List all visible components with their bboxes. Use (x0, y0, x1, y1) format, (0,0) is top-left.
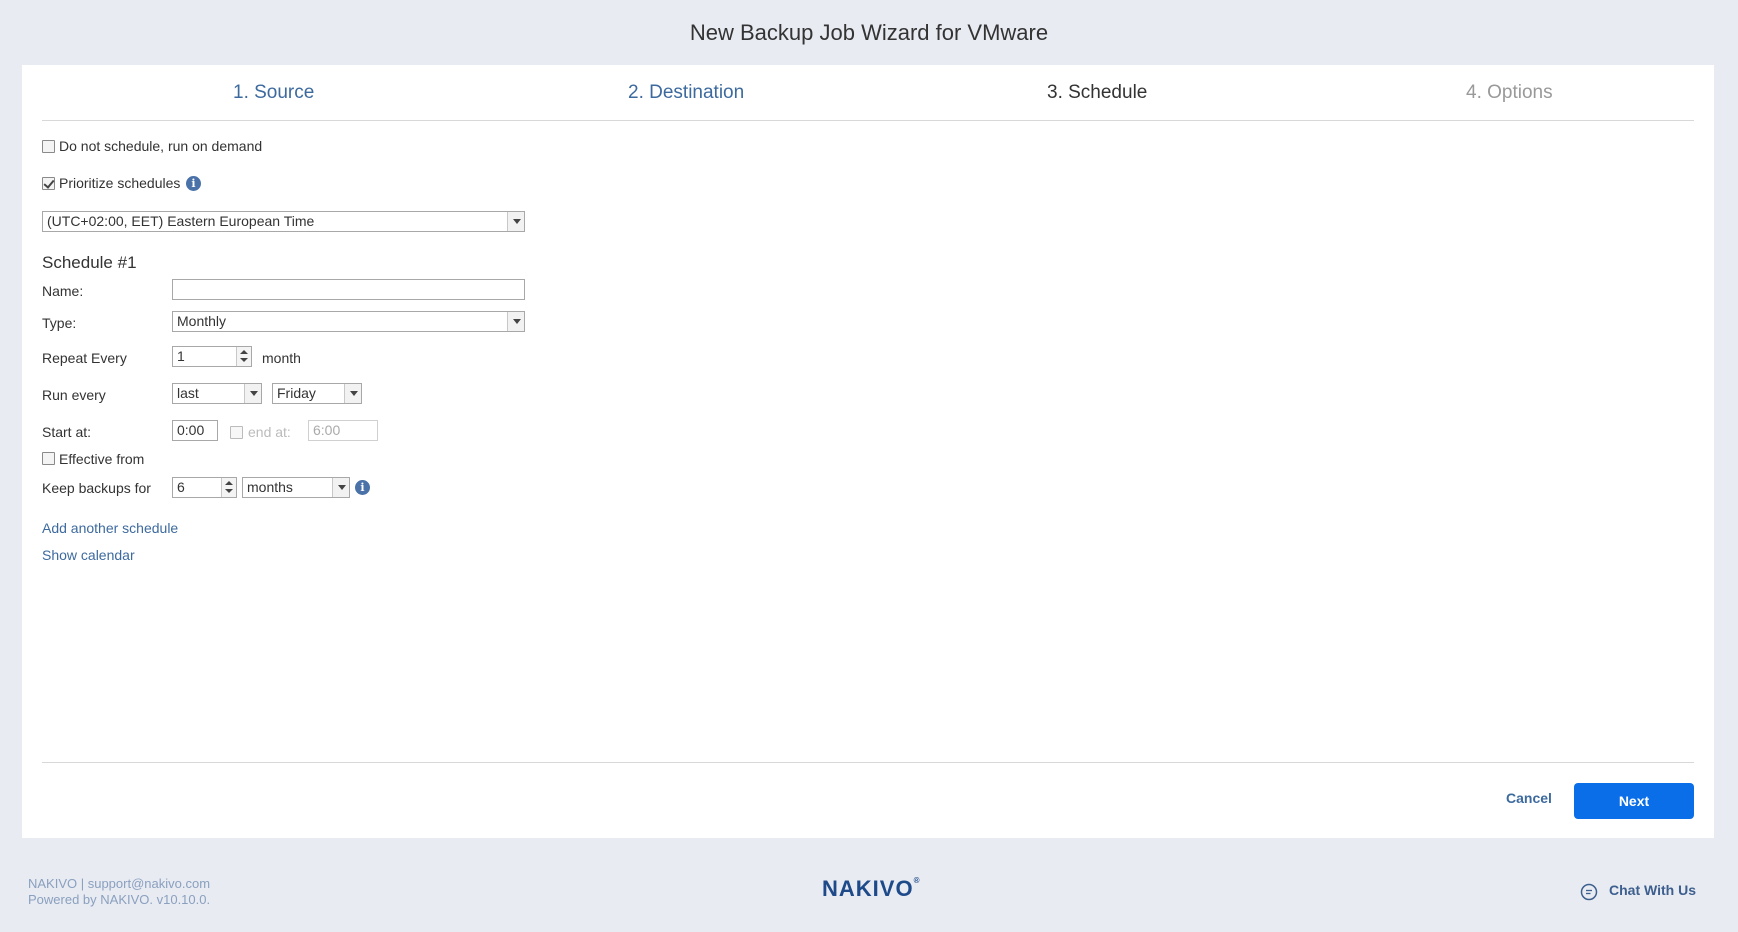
cancel-button[interactable]: Cancel (1506, 790, 1552, 806)
repeat-unit: month (262, 350, 301, 366)
wizard-steps: 1. Source 2. Destination 3. Schedule 4. … (42, 65, 1694, 121)
keep-stepper[interactable]: 6 (172, 477, 237, 498)
effective-from-label: Effective from (59, 451, 145, 467)
run-every-ordinal-value: last (177, 385, 199, 401)
prioritize-info-icon[interactable]: i (186, 176, 201, 191)
next-button[interactable]: Next (1574, 783, 1694, 819)
page-title: New Backup Job Wizard for VMware (689, 20, 1049, 45)
repeat-value: 1 (177, 348, 185, 364)
run-every-label: Run every (42, 387, 106, 403)
wizard-panel: 1. Source 2. Destination 3. Schedule 4. … (22, 65, 1714, 838)
prioritize-checkbox[interactable] (42, 177, 55, 190)
chat-icon[interactable] (1580, 883, 1598, 901)
end-at-checkbox[interactable] (230, 426, 243, 439)
run-every-day-select[interactable]: Friday (272, 383, 362, 404)
type-select[interactable]: Monthly (172, 311, 525, 332)
chat-with-us-link[interactable]: Chat With Us (1609, 882, 1696, 898)
repeat-label: Repeat Every (42, 350, 127, 366)
step-source[interactable]: 1. Source (233, 82, 314, 104)
add-schedule-link[interactable]: Add another schedule (42, 520, 178, 536)
name-input[interactable] (172, 279, 525, 300)
chevron-down-icon (344, 384, 361, 403)
type-value: Monthly (177, 313, 227, 329)
step-schedule[interactable]: 3. Schedule (1047, 82, 1147, 104)
keep-value: 6 (177, 479, 185, 495)
schedule-title: Schedule #1 (42, 253, 137, 272)
no-schedule-label: Do not schedule, run on demand (59, 138, 263, 154)
show-calendar-link[interactable]: Show calendar (42, 547, 135, 563)
start-time-input[interactable]: 0:00 (172, 420, 218, 441)
keep-unit-select[interactable]: months (242, 477, 350, 498)
chevron-down-icon (507, 212, 524, 231)
start-label: Start at: (42, 424, 92, 440)
timezone-select[interactable]: (UTC+02:00, EET) Eastern European Time (42, 211, 525, 232)
type-label: Type: (42, 315, 77, 331)
keep-label: Keep backups for (42, 480, 151, 496)
repeat-stepper[interactable]: 1 (172, 346, 252, 367)
keep-unit-value: months (247, 479, 293, 495)
chevron-down-icon (507, 312, 524, 331)
footer-support[interactable]: NAKIVO | support@nakivo.com (28, 876, 210, 892)
chevron-down-icon (244, 384, 261, 403)
no-schedule-checkbox[interactable] (42, 140, 55, 153)
step-options: 4. Options (1466, 82, 1553, 103)
prioritize-label: Prioritize schedules (59, 175, 181, 191)
end-at-label: end at: (248, 424, 291, 440)
run-every-ordinal-select[interactable]: last (172, 383, 262, 404)
nakivo-logo: NAKIVO® (822, 876, 921, 901)
run-every-day-value: Friday (277, 385, 316, 401)
footer-version: Powered by NAKIVO. v10.10.0. (28, 892, 211, 907)
logo-text: NAKIVO (822, 876, 914, 901)
end-time-input: 6:00 (308, 420, 378, 441)
effective-from-checkbox[interactable] (42, 452, 55, 465)
step-destination[interactable]: 2. Destination (628, 82, 744, 104)
timezone-value: (UTC+02:00, EET) Eastern European Time (47, 213, 315, 229)
name-label: Name: (42, 283, 84, 299)
keep-info-icon[interactable]: i (355, 480, 370, 495)
footer-info: NAKIVO | support@nakivo.com Powered by N… (28, 876, 210, 908)
stepper-arrows-icon[interactable] (236, 347, 251, 366)
bottom-divider (42, 762, 1694, 763)
chevron-down-icon (332, 478, 349, 497)
stepper-arrows-icon[interactable] (221, 478, 236, 497)
